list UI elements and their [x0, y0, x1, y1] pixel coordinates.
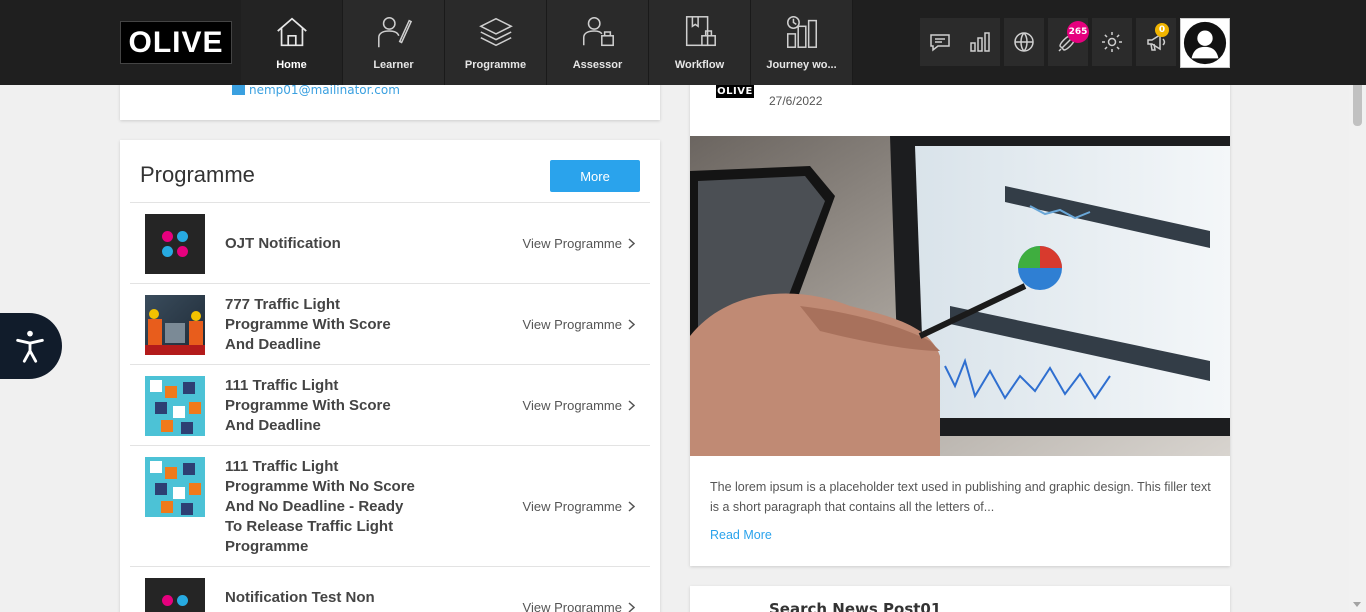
- chat-analytics-group: [920, 18, 1000, 66]
- more-button[interactable]: More: [550, 160, 640, 192]
- next-news-title[interactable]: Search News Post01: [769, 600, 941, 612]
- nav-assessor[interactable]: Assessor: [547, 0, 649, 85]
- chevron-right-icon: [628, 602, 635, 612]
- nav-label: Learner: [373, 59, 414, 71]
- announcement-count-badge: 0: [1155, 23, 1169, 37]
- chevron-right-icon: [628, 501, 635, 512]
- view-programme-link[interactable]: View Programme: [523, 317, 635, 332]
- user-avatar[interactable]: [1180, 18, 1230, 68]
- scroll-down-arrow[interactable]: [1353, 602, 1361, 607]
- programme-thumbnail: [145, 578, 205, 612]
- chevron-right-icon: [628, 238, 635, 249]
- chevron-right-icon: [628, 319, 635, 330]
- news-date: 27/6/2022: [769, 94, 823, 108]
- learner-icon: [377, 16, 412, 48]
- programme-thumbnail: [145, 376, 205, 436]
- news-image[interactable]: [690, 136, 1230, 456]
- settings-icon: [1102, 32, 1122, 52]
- read-more-link[interactable]: Read More: [710, 528, 772, 542]
- journey-icon: [786, 16, 817, 48]
- programme-row: 777 Traffic Light Programme With Score A…: [130, 283, 650, 364]
- mail-icon: [232, 85, 245, 95]
- programme-thumbnail: [145, 214, 205, 274]
- nav-learner[interactable]: Learner: [343, 0, 445, 85]
- nav-workflow[interactable]: Workflow: [649, 0, 751, 85]
- programme-icon: [478, 17, 513, 47]
- news-body: The lorem ipsum is a placeholder text us…: [710, 480, 1211, 514]
- programme-row: Notification Test Non View Programme: [130, 566, 650, 612]
- programme-name[interactable]: 111 Traffic Light Programme With No Scor…: [225, 457, 415, 557]
- workflow-icon: [685, 16, 716, 47]
- accessibility-icon: [16, 330, 44, 363]
- settings-button[interactable]: [1092, 18, 1132, 66]
- olive-logo[interactable]: OLIVE: [120, 21, 232, 64]
- analytics-icon[interactable]: [968, 30, 992, 54]
- programme-name[interactable]: 111 Traffic Light Programme With Score A…: [225, 376, 415, 436]
- nav-label: Programme: [464, 59, 527, 71]
- globe-button[interactable]: [1004, 18, 1044, 66]
- programme-row: 111 Traffic Light Programme With No Scor…: [130, 445, 650, 566]
- nav-programme[interactable]: Programme: [445, 0, 547, 85]
- programme-name[interactable]: Notification Test Non: [225, 588, 415, 608]
- notification-count-badge: 265: [1067, 21, 1089, 43]
- nav-home[interactable]: Home: [241, 0, 343, 85]
- news-author-logo: OLIVE: [716, 84, 754, 98]
- programme-thumbnail: [145, 295, 205, 355]
- tablet-analytics-photo: [690, 136, 1230, 456]
- view-programme-link[interactable]: View Programme: [523, 236, 635, 251]
- accessibility-button[interactable]: [0, 313, 62, 379]
- programme-name[interactable]: OJT Notification: [225, 234, 415, 254]
- nav-label: Workflow: [674, 59, 725, 71]
- assessor-icon: [582, 16, 614, 47]
- view-programme-link[interactable]: View Programme: [523, 499, 635, 514]
- globe-icon: [1014, 32, 1034, 52]
- nav-label: Assessor: [572, 59, 623, 71]
- nav-label: Journey wo...: [766, 59, 837, 71]
- home-icon: [276, 17, 307, 47]
- view-programme-link[interactable]: View Programme: [523, 398, 635, 413]
- programme-title: Programme: [140, 162, 255, 187]
- chat-icon[interactable]: [928, 30, 952, 54]
- chevron-right-icon: [628, 400, 635, 411]
- programme-name[interactable]: 777 Traffic Light Programme With Score A…: [225, 295, 415, 355]
- profile-email[interactable]: nemp01@mailinator.com: [232, 83, 400, 97]
- avatar-icon: [1183, 21, 1227, 65]
- programme-row: 111 Traffic Light Programme With Score A…: [130, 364, 650, 445]
- top-navigation-bar: OLIVE Home Learner Programme Assessor Wo…: [0, 0, 1366, 85]
- nav-label: Home: [276, 59, 307, 71]
- main-nav: Home Learner Programme Assessor Workflow: [241, 0, 853, 85]
- view-programme-link[interactable]: View Programme: [523, 600, 635, 612]
- programme-row: OJT Notification View Programme: [130, 202, 650, 283]
- programme-thumbnail: [145, 457, 205, 517]
- nav-journey[interactable]: Journey wo...: [751, 0, 853, 85]
